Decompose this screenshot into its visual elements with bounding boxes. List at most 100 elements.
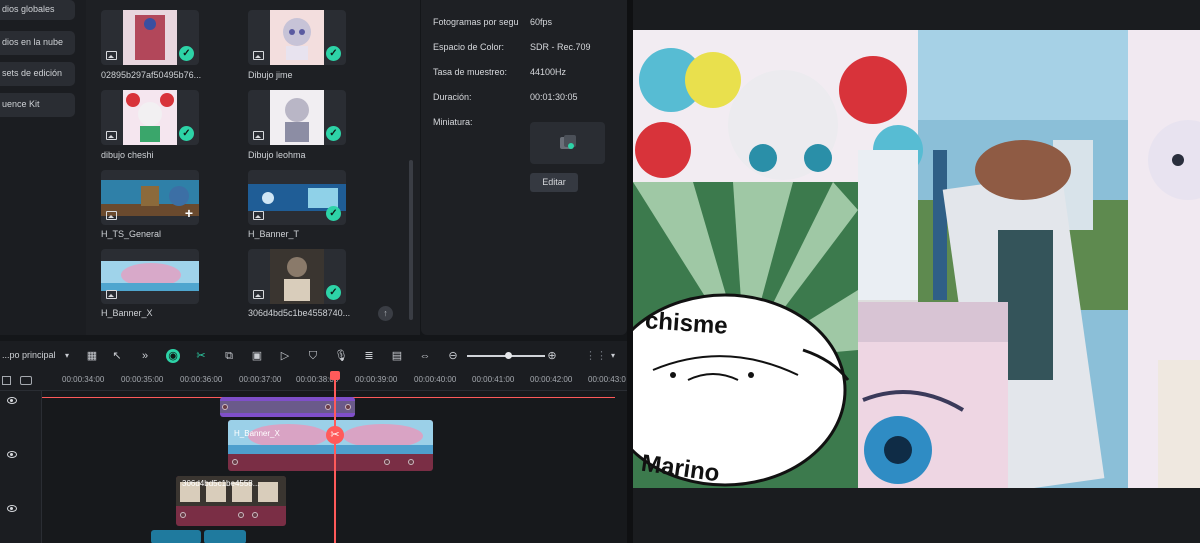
thumbnail-label: Miniatura: [433, 117, 473, 127]
ai-assist-icon[interactable]: ◉ [166, 349, 180, 363]
eye-icon[interactable] [7, 397, 17, 404]
sticker-text-top: chisme [644, 307, 729, 340]
keyframe-marker[interactable] [180, 512, 186, 518]
camera-icon[interactable]: ▣ [250, 349, 264, 363]
add-track-icon[interactable] [2, 376, 11, 385]
ruler-tick: 00:00:40:00 [414, 375, 457, 384]
media-item-label: 306d4bd5c1be4558740... [248, 308, 351, 318]
media-item[interactable]: ✓ [101, 10, 199, 65]
playhead[interactable] [334, 373, 336, 543]
ruler-tick: 00:00:43:0 [588, 375, 626, 384]
crop-icon[interactable]: ⧉ [222, 349, 236, 363]
media-thumbnail-image [101, 261, 199, 291]
media-item-label: H_TS_General [101, 229, 162, 239]
media-thumbnail-image [270, 249, 324, 304]
nav-item-edit-presets[interactable]: sets de edición [0, 62, 75, 86]
media-item[interactable]: + [101, 170, 199, 225]
clip-label: H_Banner_X [234, 429, 280, 438]
image-type-icon [106, 211, 117, 220]
keyframe-marker[interactable] [408, 459, 414, 465]
check-icon: ✓ [326, 285, 341, 300]
media-item-label: dibujo cheshi [101, 150, 154, 160]
media-item[interactable]: ✓ [248, 170, 346, 225]
track-header-column [0, 391, 42, 543]
nav-item-global-media[interactable]: dios globales [0, 0, 75, 20]
color-space-label: Espacio de Color: [433, 42, 505, 52]
properties-panel: Fotogramas por segu 60fps Espacio de Col… [421, 0, 627, 335]
sticker-icon[interactable]: ▤ [390, 349, 404, 363]
color-space-value: SDR - Rec.709 [530, 42, 591, 52]
keyframe-marker[interactable] [325, 404, 331, 410]
check-icon: ✓ [179, 126, 194, 141]
media-scrollbar[interactable] [409, 160, 413, 320]
music-list-icon[interactable]: ≣ [362, 349, 376, 363]
video-clip[interactable] [204, 530, 246, 543]
zoom-slider-handle[interactable] [505, 352, 512, 359]
thumbnail-preview[interactable] [530, 122, 605, 164]
play-circle-icon[interactable]: ▷ [278, 349, 292, 363]
shield-icon[interactable]: ⛉ [306, 349, 320, 363]
nav-item-sequence-kit[interactable]: uence Kit [0, 93, 75, 117]
timeline-ruler[interactable]: 00:00:34:00 00:00:35:00 00:00:36:00 00:0… [0, 371, 627, 391]
media-item-label: Dibujo jime [248, 70, 293, 80]
media-item[interactable] [101, 249, 199, 304]
media-thumbnail-image [270, 90, 324, 145]
nav-item-cloud-media[interactable]: dios en la nube [0, 31, 75, 55]
preview-panel: chisme Marino [633, 0, 1200, 543]
keyframe-marker[interactable] [222, 404, 228, 410]
grid-icon[interactable]: ▦ [85, 349, 99, 363]
track-selector[interactable]: ...po principal [2, 350, 56, 360]
image-type-icon [253, 211, 264, 220]
chevron-down-icon[interactable]: ▾ [60, 349, 74, 363]
zoom-in-icon[interactable]: ⊕ [545, 349, 559, 363]
chevron-down-icon[interactable]: ▾ [606, 349, 620, 363]
media-item-label: 02895b297af50495b76... [101, 70, 202, 80]
select-tool-icon[interactable]: ↖ [110, 349, 124, 363]
ruler-tick: 00:00:36:00 [180, 375, 223, 384]
keyframe-marker[interactable] [252, 512, 258, 518]
check-icon: ✓ [326, 206, 341, 221]
more-icon[interactable]: ⋮⋮ [585, 349, 607, 363]
media-item[interactable]: ✓ [248, 10, 346, 65]
keyframe-marker[interactable] [345, 404, 351, 410]
track-settings-icon[interactable] [20, 376, 32, 385]
media-item-label: Dibujo leohma [248, 150, 306, 160]
check-icon: ✓ [179, 46, 194, 61]
ruler-tick: 00:00:34:00 [62, 375, 105, 384]
video-clip[interactable]: 306d4bd5c1be4558... [176, 476, 286, 526]
image-type-icon [253, 51, 264, 60]
playhead-handle[interactable] [330, 371, 340, 380]
keyframe-marker[interactable] [238, 512, 244, 518]
microphone-icon[interactable]: 🎙 [334, 349, 348, 363]
edit-thumbnail-button[interactable]: Editar [530, 173, 578, 192]
eye-icon[interactable] [7, 505, 17, 512]
media-item[interactable]: ✓ [248, 90, 346, 145]
duration-label: Duración: [433, 92, 472, 102]
timeline-tracks: H_Banner_X 306d4bd5c1be4558... [0, 391, 627, 543]
timeline-toolbar: ...po principal ▾ ▦ ↖ » ◉ ✂ ⧉ ▣ ▷ ⛉ 🎙 ≣ … [0, 341, 627, 371]
media-thumbnail-image [123, 10, 177, 65]
zoom-slider[interactable] [467, 352, 545, 359]
fit-icon[interactable]: ⇔ [418, 349, 432, 363]
scroll-top-button[interactable]: ↑ [378, 306, 393, 321]
check-icon: ✓ [326, 46, 341, 61]
fps-value: 60fps [530, 17, 553, 27]
zoom-out-icon[interactable]: ⊖ [446, 349, 460, 363]
media-item[interactable]: ✓ [248, 249, 346, 304]
eye-icon[interactable] [7, 451, 17, 458]
add-icon[interactable]: + [185, 205, 193, 221]
media-item[interactable]: ✓ [101, 90, 199, 145]
split-icon[interactable]: ✂ [194, 349, 208, 363]
keyframe-marker[interactable] [384, 459, 390, 465]
thumbnail-edit-icon [560, 135, 576, 149]
image-type-icon [106, 51, 117, 60]
sample-rate-value: 44100Hz [530, 67, 567, 77]
sample-rate-label: Tasa de muestreo: [433, 67, 508, 77]
video-clip[interactable] [151, 530, 201, 543]
scissors-icon[interactable]: ✂ [326, 426, 344, 444]
forward-icon[interactable]: » [138, 349, 152, 363]
clip-label: 306d4bd5c1be4558... [182, 479, 260, 488]
fps-label: Fotogramas por segu [433, 17, 519, 27]
keyframe-marker[interactable] [232, 459, 238, 465]
image-type-icon [253, 290, 264, 299]
